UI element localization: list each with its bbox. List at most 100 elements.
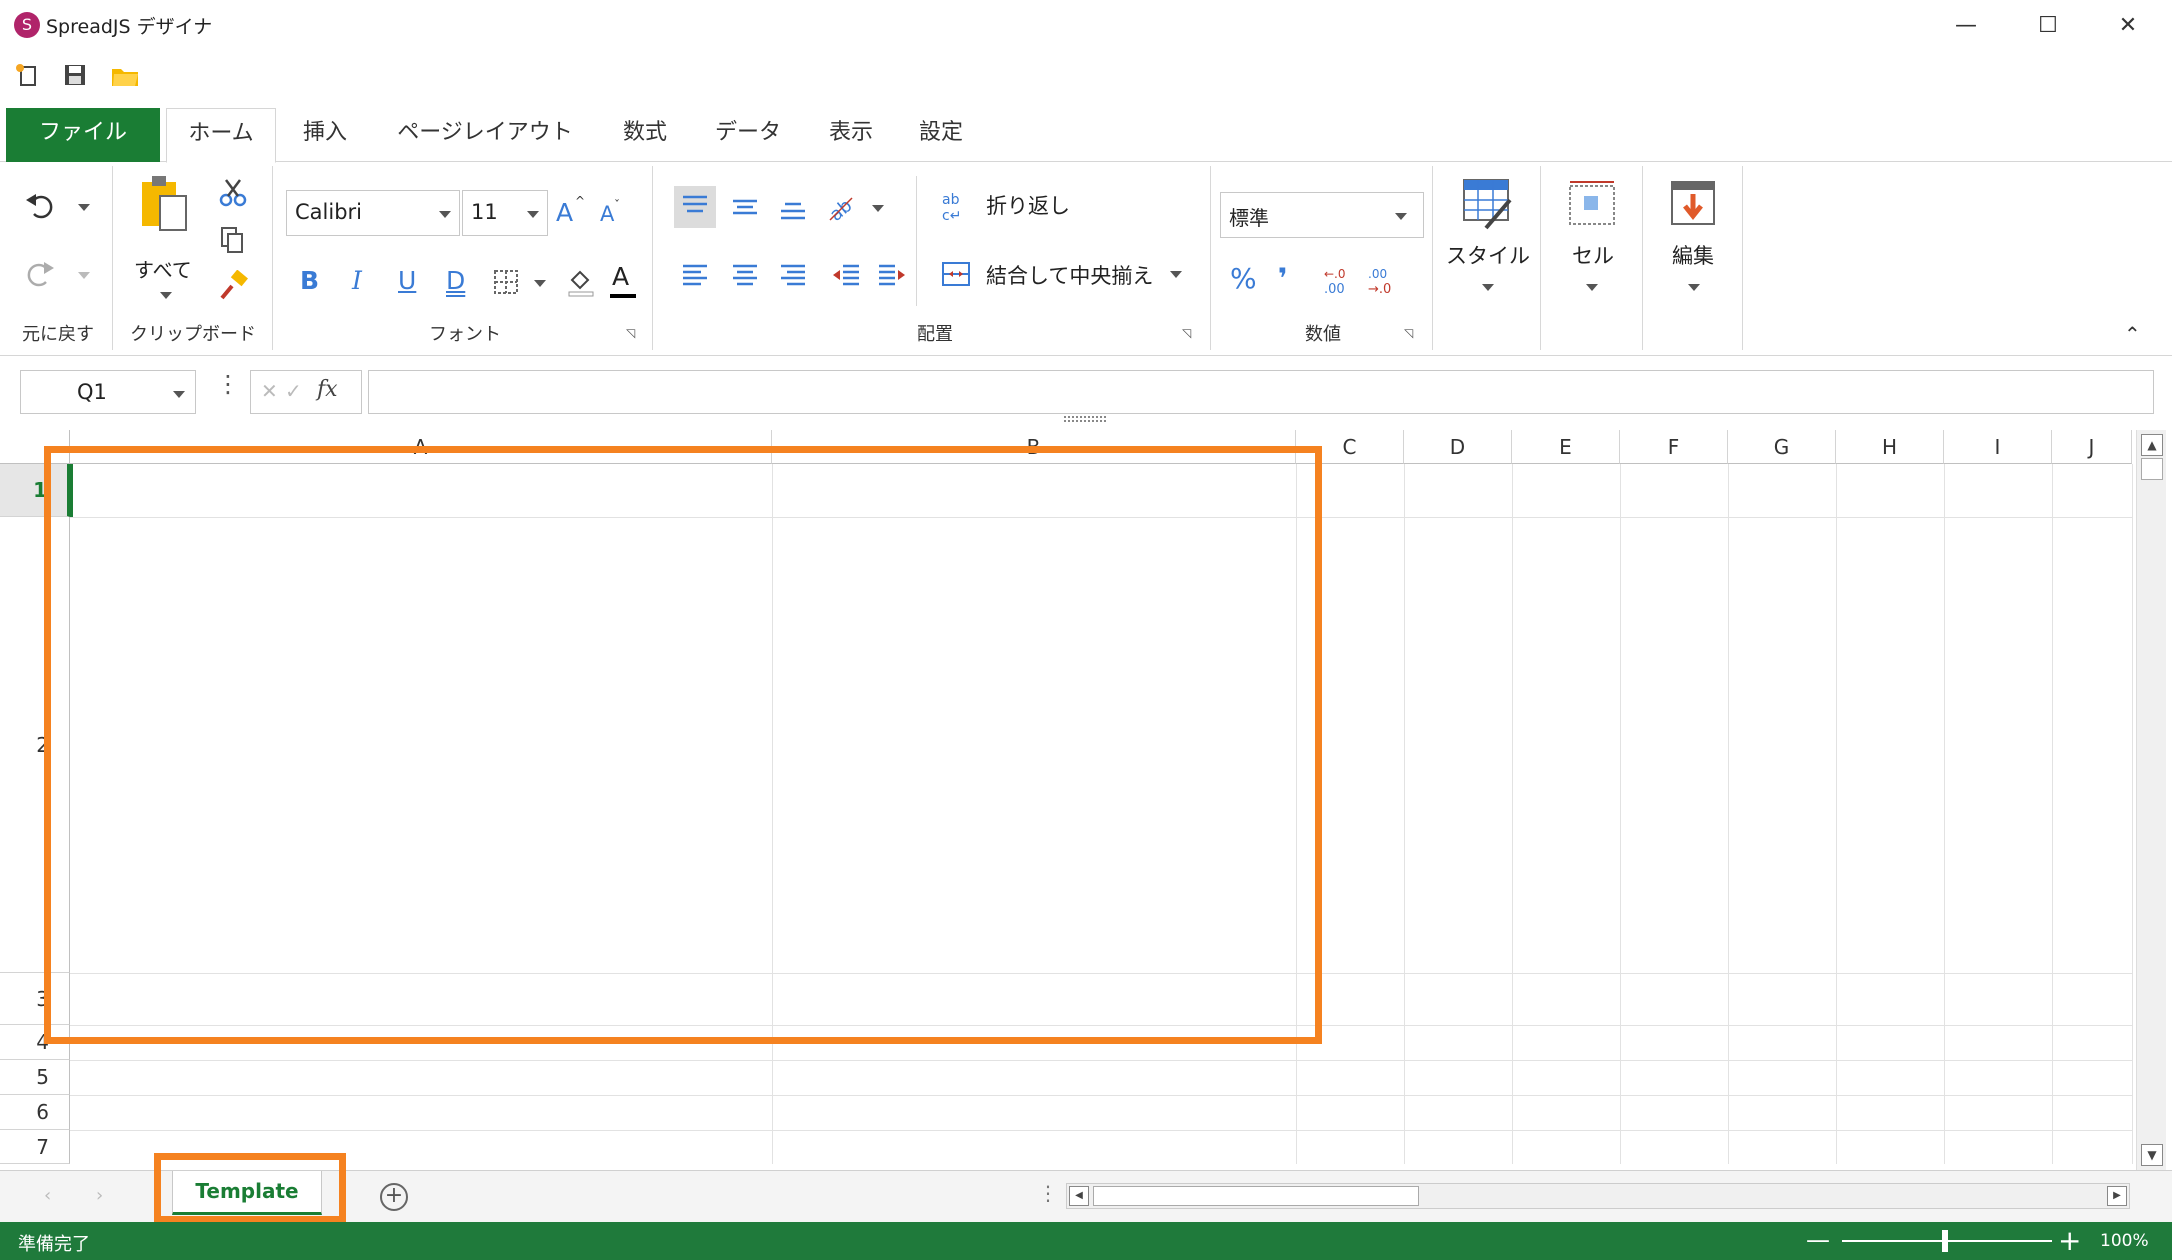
border-dropdown-icon[interactable] — [534, 280, 546, 287]
tab-insert[interactable]: 挿入 — [290, 108, 360, 162]
edit-dropdown-icon[interactable] — [1688, 284, 1700, 291]
cell-dropdown-icon[interactable] — [1586, 284, 1598, 291]
maximize-button[interactable]: ☐ — [2026, 8, 2070, 44]
font-size-select[interactable]: 11 — [462, 190, 548, 236]
tab-splitter-icon[interactable]: ⋮ — [1038, 1181, 1058, 1205]
paste-dropdown-icon[interactable] — [160, 292, 172, 299]
increase-decimal-icon[interactable]: ←.0.00 — [1322, 266, 1356, 300]
cancel-formula-icon[interactable]: ✕ — [261, 379, 278, 403]
insert-function-button[interactable]: fx — [317, 377, 338, 402]
name-box[interactable]: Q1 — [20, 370, 196, 414]
increase-indent-icon[interactable] — [870, 254, 912, 300]
vertical-scrollbar[interactable]: ▲ ▼ — [2136, 430, 2166, 1170]
column-header-e[interactable]: E — [1512, 430, 1620, 464]
add-sheet-icon[interactable]: + — [380, 1183, 408, 1211]
tab-view[interactable]: 表示 — [815, 108, 887, 162]
comma-button[interactable]: ❜ — [1278, 262, 1288, 295]
next-sheet-icon[interactable]: › — [96, 1185, 103, 1206]
formula-input[interactable] — [368, 370, 2154, 414]
grow-font-button[interactable]: A — [556, 198, 573, 227]
merge-center-button[interactable]: 結合して中央揃え — [986, 260, 1153, 290]
scroll-down-icon[interactable]: ▼ — [2141, 1144, 2163, 1166]
row-header-6[interactable]: 6 — [0, 1095, 70, 1130]
tab-settings[interactable]: 設定 — [905, 108, 977, 162]
prev-sheet-icon[interactable]: ‹ — [44, 1185, 51, 1206]
bold-button[interactable]: B — [300, 266, 319, 295]
orientation-dropdown-icon[interactable] — [872, 205, 884, 212]
number-dialog-launcher-icon[interactable]: ◹ — [1404, 326, 1413, 340]
style-dropdown-icon[interactable] — [1482, 284, 1494, 291]
align-top-icon[interactable] — [674, 186, 716, 228]
new-file-icon[interactable] — [10, 58, 44, 92]
style-button[interactable]: スタイル — [1446, 240, 1530, 270]
cell-format-icon[interactable] — [1566, 178, 1618, 234]
align-left-icon[interactable] — [674, 254, 716, 300]
edit-icon[interactable] — [1668, 178, 1718, 232]
font-color-button[interactable]: A — [612, 262, 629, 291]
zoom-level[interactable]: 100% — [2100, 1231, 2149, 1251]
font-dialog-launcher-icon[interactable]: ◹ — [626, 326, 635, 340]
zoom-out-icon[interactable]: — — [1806, 1226, 1830, 1254]
number-format-select[interactable]: 標準 — [1220, 192, 1424, 238]
cut-icon[interactable] — [218, 178, 248, 212]
cell-style-icon[interactable] — [1460, 176, 1516, 236]
tab-formulas[interactable]: 数式 — [610, 108, 680, 162]
scroll-right-icon[interactable]: ▶ — [2107, 1186, 2127, 1206]
vertical-scroll-thumb[interactable] — [2141, 458, 2163, 480]
column-header-f[interactable]: F — [1620, 430, 1728, 464]
shrink-font-button[interactable]: A — [600, 202, 614, 226]
collapse-ribbon-icon[interactable]: ⌃ — [2124, 322, 2141, 346]
row-header-7[interactable]: 7 — [0, 1130, 70, 1164]
redo-dropdown-icon[interactable] — [78, 272, 90, 279]
decrease-indent-icon[interactable] — [826, 254, 868, 300]
copy-icon[interactable] — [218, 224, 248, 258]
zoom-slider-thumb[interactable] — [1942, 1230, 1948, 1252]
undo-icon[interactable] — [22, 192, 58, 226]
column-header-h[interactable]: H — [1836, 430, 1944, 464]
more-options-icon[interactable]: ⋮ — [216, 370, 240, 398]
merge-dropdown-icon[interactable] — [1170, 271, 1182, 278]
tab-data[interactable]: データ — [700, 108, 796, 162]
align-bottom-icon[interactable] — [772, 186, 814, 232]
alignment-dialog-launcher-icon[interactable]: ◹ — [1182, 326, 1191, 340]
open-folder-icon[interactable] — [108, 58, 142, 92]
column-header-g[interactable]: G — [1728, 430, 1836, 464]
align-center-icon[interactable] — [724, 254, 766, 300]
wrap-text-icon[interactable]: ab c↵ — [940, 188, 972, 228]
column-header-i[interactable]: I — [1944, 430, 2052, 464]
spreadsheet-grid[interactable]: A B C D E F G H I J 1 2 3 4 5 6 7 ▲ ▼ — [0, 430, 2172, 1170]
double-underline-button[interactable]: D — [446, 266, 465, 295]
cell-button[interactable]: セル — [1572, 240, 1614, 270]
column-header-d[interactable]: D — [1404, 430, 1512, 464]
scroll-up-icon[interactable]: ▲ — [2141, 434, 2163, 456]
close-button[interactable]: ✕ — [2106, 8, 2150, 44]
fill-color-icon[interactable] — [566, 266, 596, 302]
minimize-button[interactable]: — — [1944, 8, 1988, 44]
merge-center-icon[interactable] — [940, 258, 972, 294]
tab-file[interactable]: ファイル — [6, 108, 160, 162]
horizontal-scroll-thumb[interactable] — [1093, 1186, 1419, 1206]
wrap-text-button[interactable]: 折り返し — [986, 190, 1070, 220]
horizontal-scrollbar[interactable]: ◀ ▶ — [1066, 1183, 2130, 1209]
redo-icon[interactable] — [22, 260, 58, 294]
align-middle-icon[interactable] — [724, 186, 766, 232]
align-right-icon[interactable] — [772, 254, 814, 300]
underline-button[interactable]: U — [398, 266, 416, 295]
undo-dropdown-icon[interactable] — [78, 204, 90, 211]
row-header-5[interactable]: 5 — [0, 1060, 70, 1095]
zoom-in-icon[interactable]: + — [2058, 1224, 2081, 1257]
save-icon[interactable] — [58, 58, 92, 92]
font-name-select[interactable]: Calibri — [286, 190, 460, 236]
format-painter-icon[interactable] — [218, 269, 250, 304]
paste-all-label[interactable]: すべて — [134, 254, 192, 283]
confirm-formula-icon[interactable]: ✓ — [285, 379, 302, 403]
orientation-icon[interactable]: ab — [824, 190, 858, 228]
tab-page-layout[interactable]: ページレイアウト — [380, 108, 590, 162]
decrease-decimal-icon[interactable]: .00 →.0 — [1366, 266, 1400, 300]
tab-home[interactable]: ホーム — [166, 108, 276, 163]
edit-button[interactable]: 編集 — [1672, 240, 1714, 270]
scroll-left-icon[interactable]: ◀ — [1069, 1186, 1089, 1206]
formula-bar-resize-handle[interactable] — [1064, 416, 1106, 422]
italic-button[interactable]: I — [352, 266, 362, 295]
percent-button[interactable]: % — [1230, 262, 1257, 295]
